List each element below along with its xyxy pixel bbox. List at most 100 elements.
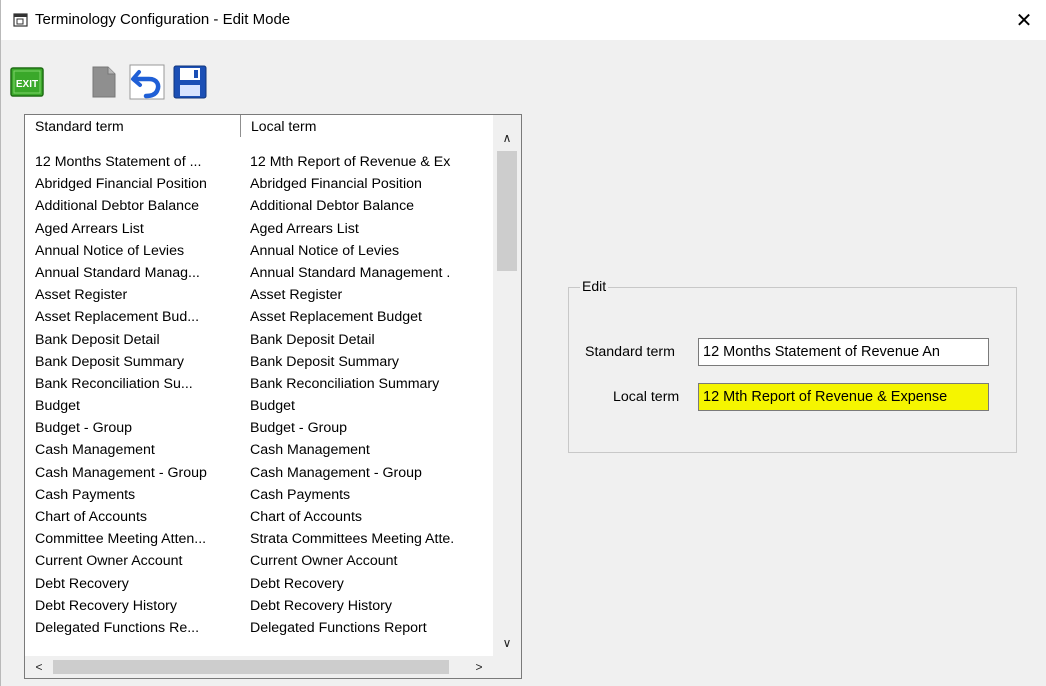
local-term-field[interactable]: 12 Mth Report of Revenue & Expense [698, 383, 989, 411]
list-item[interactable]: Asset Replacement Bud... Asset Replacemen… [25, 306, 493, 328]
standard-term-label: Standard term [585, 344, 675, 360]
scroll-right-button[interactable]: > [465, 656, 493, 678]
standard-term-cell: Asset Register [35, 287, 128, 304]
list-item[interactable]: Annual Standard Manag... Annual Standard … [25, 262, 493, 284]
undo-button[interactable] [128, 59, 166, 104]
list-item[interactable]: Bank Deposit Summary Bank Deposit Summary [25, 351, 493, 373]
standard-term-cell: 12 Months Statement of ... [35, 154, 202, 170]
exit-button[interactable]: EXIT [8, 59, 46, 104]
list-item[interactable]: Budget - Group Budget - Group [25, 417, 493, 439]
standard-term-cell: Current Owner Account [35, 553, 183, 570]
chevron-left-icon: < [35, 660, 43, 674]
list-item[interactable]: Cash Management - Group Cash Management -… [25, 462, 493, 484]
standard-term-cell: Bank Reconciliation Su... [35, 375, 193, 392]
local-term-cell: Strata Committees Meeting Atte. [250, 531, 455, 548]
list-item[interactable]: Abridged Financial Position Abridged Fina… [25, 173, 493, 195]
standard-term-cell: Budget - Group [35, 420, 133, 437]
horizontal-scroll-thumb[interactable] [53, 660, 449, 674]
standard-term-cell: Bank Deposit Summary [35, 353, 185, 370]
close-button[interactable]: ✕ [1001, 0, 1046, 40]
list-item[interactable]: Current Owner Account Current Owner Accou… [25, 550, 493, 572]
list-item[interactable]: 12 Months Statement of ... 12 Mth Report … [25, 151, 493, 173]
save-button[interactable] [171, 59, 209, 104]
title-bar: Terminology Configuration - Edit Mode ✕ [1, 0, 1046, 40]
list-item[interactable]: Bank Reconciliation Su... Bank Reconcilia… [25, 373, 493, 395]
standard-term-cell: Additional Debtor Balance [35, 198, 200, 215]
local-term-cell: Annual Notice of Levies [250, 242, 400, 259]
local-term-cell: Additional Debtor Balance [250, 198, 415, 215]
vertical-scroll-thumb[interactable] [497, 151, 517, 271]
edit-groupbox: Edit [568, 278, 1017, 453]
list-item[interactable]: Budget Budget [25, 395, 493, 417]
list-item[interactable]: Annual Notice of Levies Annual Notice of … [25, 240, 493, 262]
local-term-cell: Budget [250, 398, 295, 415]
list-item[interactable]: Chart of Accounts Chart of Accounts [25, 506, 493, 528]
standard-term-cell: Delegated Functions Re... [35, 619, 200, 636]
standard-term-cell: Aged Arrears List [35, 220, 144, 237]
new-document-icon [92, 66, 116, 97]
standard-term-cell: Debt Recovery [35, 575, 129, 592]
edit-group-label: Edit [580, 278, 609, 294]
terminology-window: Terminology Configuration - Edit Mode ✕ … [0, 0, 1046, 686]
list-item[interactable]: Debt Recovery History Debt Recovery Histo… [25, 595, 493, 617]
vertical-scrollbar[interactable]: ∧ ∨ [493, 115, 521, 656]
undo-icon [129, 64, 165, 99]
standard-term-cell: Annual Notice of Levies [35, 242, 185, 259]
standard-term-cell: Cash Management [35, 442, 155, 459]
list-item[interactable]: Asset Register Asset Register [25, 284, 493, 306]
standard-term-cell: Budget [35, 398, 80, 415]
chevron-down-icon: ∨ [502, 636, 512, 650]
column-header-standard-term[interactable]: Standard term [25, 115, 241, 137]
exit-icon: EXIT [10, 66, 44, 97]
local-term-cell: Budget - Group [250, 420, 348, 437]
local-term-cell: Asset Register [250, 287, 343, 304]
local-term-cell: Annual Standard Management . [250, 264, 451, 281]
svg-text:EXIT: EXIT [16, 79, 38, 90]
app-window-icon [13, 13, 28, 27]
scroll-down-button[interactable]: ∨ [493, 632, 521, 654]
local-term-cell: Cash Management [250, 442, 370, 459]
local-term-cell: Bank Deposit Summary [250, 353, 400, 370]
terms-rows: 12 Months Statement of ... 12 Mth Report … [25, 151, 493, 639]
column-header-local-term[interactable]: Local term [241, 115, 493, 137]
horizontal-scrollbar[interactable]: < > [25, 656, 521, 678]
scrollbar-corner [493, 656, 521, 678]
list-item[interactable]: Bank Deposit Detail Bank Deposit Detail [25, 329, 493, 351]
scroll-up-button[interactable]: ∧ [493, 127, 521, 149]
local-term-cell: Bank Deposit Detail [250, 331, 375, 348]
local-term-cell: Abridged Financial Position [250, 176, 422, 193]
standard-term-cell: Cash Payments [35, 486, 136, 503]
window-title: Terminology Configuration - Edit Mode [35, 11, 291, 28]
standard-term-cell: Asset Replacement Bud... [35, 309, 200, 326]
close-icon: ✕ [1015, 9, 1033, 32]
list-item[interactable]: Cash Payments Cash Payments [25, 484, 493, 506]
local-term-cell: 12 Mth Report of Revenue & Ex [250, 154, 451, 170]
local-term-cell: Bank Reconciliation Summary [250, 375, 440, 392]
standard-term-cell: Committee Meeting Atten... [35, 531, 207, 548]
new-document-button[interactable] [85, 59, 123, 104]
standard-term-cell: Bank Deposit Detail [35, 331, 160, 348]
local-term-cell: Debt Recovery [250, 575, 344, 592]
list-item[interactable]: Aged Arrears List Aged Arrears List [25, 218, 493, 240]
list-item[interactable]: Debt Recovery Debt Recovery [25, 573, 493, 595]
list-item[interactable]: Additional Debtor Balance Additional Debt… [25, 195, 493, 217]
scroll-left-button[interactable]: < [25, 656, 53, 678]
chevron-up-icon: ∧ [502, 131, 512, 145]
local-term-cell: Delegated Functions Report [250, 619, 427, 636]
standard-term-cell: Annual Standard Manag... [35, 264, 200, 281]
local-term-cell: Cash Payments [250, 486, 351, 503]
save-icon [173, 65, 207, 98]
local-term-cell: Aged Arrears List [250, 220, 359, 237]
local-term-cell: Asset Replacement Budget [250, 309, 422, 326]
local-term-label: Local term [613, 389, 680, 405]
standard-term-cell: Chart of Accounts [35, 509, 147, 525]
local-term-cell: Chart of Accounts [250, 509, 362, 525]
list-item[interactable]: Delegated Functions Re... Delegated Funct… [25, 617, 493, 639]
standard-term-field[interactable]: 12 Months Statement of Revenue An [698, 338, 989, 366]
list-item[interactable]: Cash Management Cash Management [25, 439, 493, 461]
local-term-cell: Cash Management - Group [250, 464, 422, 481]
chevron-right-icon: > [475, 660, 483, 674]
terms-list[interactable]: Standard term Local term 12 Months State… [24, 114, 522, 679]
list-item[interactable]: Committee Meeting Atten... Strata Committ… [25, 528, 493, 550]
standard-term-cell: Abridged Financial Position [35, 176, 207, 193]
